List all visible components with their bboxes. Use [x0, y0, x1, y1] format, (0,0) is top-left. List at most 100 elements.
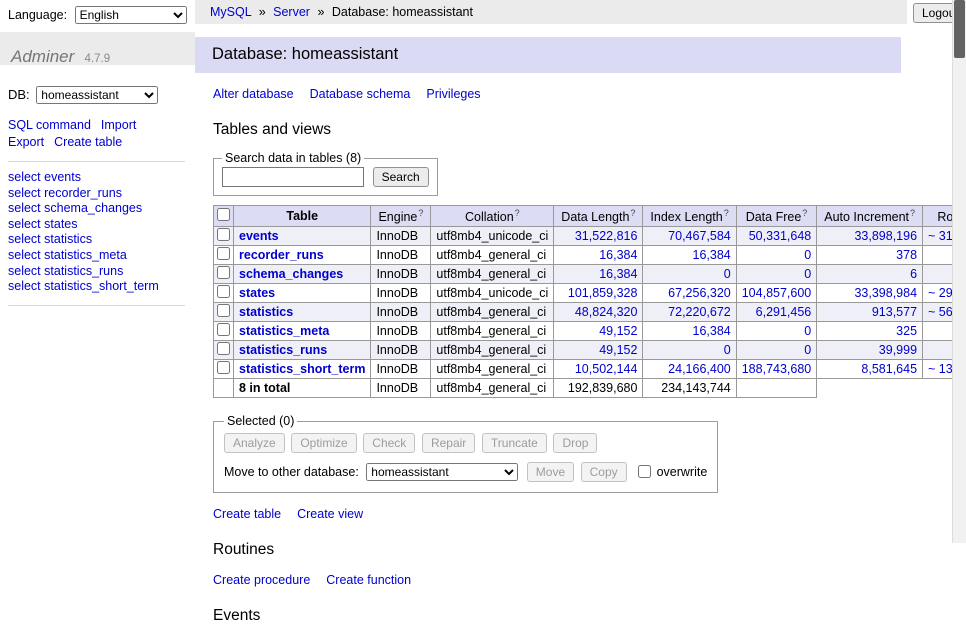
- sidebar-table-link[interactable]: statistics: [44, 232, 92, 246]
- data-length-value[interactable]: 101,859,328: [554, 284, 643, 303]
- alter-database-link[interactable]: Alter database: [213, 87, 294, 101]
- sidebar-table-link[interactable]: states: [44, 217, 77, 231]
- table-name-link[interactable]: statistics_runs: [239, 343, 327, 357]
- row-checkbox[interactable]: [217, 285, 230, 298]
- index-length-value[interactable]: 0: [643, 265, 736, 284]
- search-button[interactable]: Search: [373, 167, 429, 187]
- sidebar-table-link[interactable]: statistics_meta: [44, 248, 127, 262]
- create-table-link[interactable]: Create table: [213, 507, 281, 521]
- page-title: Database: homeassistant: [195, 37, 901, 73]
- row-check-cell: [214, 265, 234, 284]
- data-length-value[interactable]: 16,384: [554, 265, 643, 284]
- sidebar-table-item: select states: [8, 217, 185, 233]
- create-procedure-link[interactable]: Create procedure: [213, 573, 310, 587]
- table-name-link[interactable]: states: [239, 286, 275, 300]
- bulk-action-button[interactable]: Optimize: [291, 433, 356, 453]
- sidebar-table-link[interactable]: recorder_runs: [44, 186, 122, 200]
- select-all-checkbox[interactable]: [217, 208, 230, 221]
- help-icon[interactable]: ?: [910, 208, 915, 218]
- sidebar-table-link[interactable]: statistics_runs: [44, 264, 123, 278]
- column-header-engine: Engine?: [371, 206, 431, 227]
- index-length-value[interactable]: 72,220,672: [643, 303, 736, 322]
- auto-increment-value: 325: [817, 322, 923, 341]
- copy-button[interactable]: Copy: [581, 462, 627, 482]
- row-checkbox[interactable]: [217, 228, 230, 241]
- row-checkbox[interactable]: [217, 247, 230, 260]
- data-length-value[interactable]: 31,522,816: [554, 227, 643, 246]
- vertical-scrollbar[interactable]: [952, 0, 966, 543]
- data-length-value[interactable]: 10,502,144: [554, 360, 643, 379]
- create-function-link[interactable]: Create function: [326, 573, 411, 587]
- help-icon[interactable]: ?: [418, 208, 423, 218]
- export-link[interactable]: Export: [8, 135, 44, 149]
- help-icon[interactable]: ?: [802, 208, 807, 218]
- totals-data-length: 192,839,680: [554, 379, 643, 398]
- help-icon[interactable]: ?: [724, 208, 729, 218]
- sql-command-link[interactable]: SQL command: [8, 118, 91, 132]
- breadcrumb-server-link[interactable]: Server: [273, 5, 310, 19]
- row-checkbox[interactable]: [217, 361, 230, 374]
- select-link[interactable]: select: [8, 170, 41, 184]
- row-checkbox[interactable]: [217, 342, 230, 355]
- events-heading: Events: [213, 607, 952, 625]
- help-icon[interactable]: ?: [630, 208, 635, 218]
- move-button[interactable]: Move: [527, 462, 574, 482]
- database-schema-link[interactable]: Database schema: [310, 87, 411, 101]
- sidebar-table-link[interactable]: schema_changes: [44, 201, 142, 215]
- bulk-action-button[interactable]: Truncate: [482, 433, 547, 453]
- select-link[interactable]: select: [8, 217, 41, 231]
- data-free-value: 0: [736, 265, 817, 284]
- index-length-value[interactable]: 16,384: [643, 322, 736, 341]
- table-name-link[interactable]: statistics_meta: [239, 324, 329, 338]
- table-name-link[interactable]: statistics_short_term: [239, 362, 365, 376]
- breadcrumb-separator: »: [259, 5, 266, 19]
- create-table-sidebar-link[interactable]: Create table: [54, 135, 122, 149]
- import-link[interactable]: Import: [101, 118, 136, 132]
- overwrite-option[interactable]: overwrite: [638, 465, 707, 479]
- create-view-link[interactable]: Create view: [297, 507, 363, 521]
- db-select[interactable]: homeassistant: [36, 86, 158, 104]
- table-name-link[interactable]: recorder_runs: [239, 248, 324, 262]
- select-link[interactable]: select: [8, 232, 41, 246]
- index-length-value[interactable]: 16,384: [643, 246, 736, 265]
- bulk-action-button[interactable]: Check: [363, 433, 415, 453]
- data-length-value[interactable]: 49,152: [554, 341, 643, 360]
- data-length-value[interactable]: 16,384: [554, 246, 643, 265]
- language-select[interactable]: English: [75, 6, 187, 24]
- index-length-value[interactable]: 0: [643, 341, 736, 360]
- collation-cell: utf8mb4_general_ci: [431, 360, 554, 379]
- select-link[interactable]: select: [8, 186, 41, 200]
- column-header-index-length: Index Length?: [643, 206, 736, 227]
- bulk-action-button[interactable]: Drop: [553, 433, 597, 453]
- select-link[interactable]: select: [8, 264, 41, 278]
- table-name-link[interactable]: statistics: [239, 305, 293, 319]
- sidebar-table-link[interactable]: events: [44, 170, 81, 184]
- select-link[interactable]: select: [8, 279, 41, 293]
- language-label: Language:: [8, 8, 67, 22]
- table-name-link[interactable]: events: [239, 229, 279, 243]
- row-checkbox[interactable]: [217, 266, 230, 279]
- help-icon[interactable]: ?: [515, 208, 520, 218]
- scrollbar-thumb[interactable]: [954, 0, 965, 58]
- search-input[interactable]: [222, 167, 364, 187]
- data-length-value[interactable]: 49,152: [554, 322, 643, 341]
- index-length-value[interactable]: 67,256,320: [643, 284, 736, 303]
- collation-cell: utf8mb4_unicode_ci: [431, 284, 554, 303]
- sidebar-table-link[interactable]: statistics_short_term: [44, 279, 159, 293]
- bulk-action-button[interactable]: Analyze: [224, 433, 285, 453]
- index-length-value[interactable]: 70,467,584: [643, 227, 736, 246]
- data-length-value[interactable]: 48,824,320: [554, 303, 643, 322]
- select-link[interactable]: select: [8, 201, 41, 215]
- move-database-select[interactable]: homeassistant: [366, 463, 518, 481]
- index-length-value[interactable]: 24,166,400: [643, 360, 736, 379]
- select-link[interactable]: select: [8, 248, 41, 262]
- bulk-action-button[interactable]: Repair: [422, 433, 475, 453]
- table-name-cell: statistics_meta: [234, 322, 371, 341]
- table-name-cell: states: [234, 284, 371, 303]
- breadcrumb-mysql-link[interactable]: MySQL: [210, 5, 251, 19]
- overwrite-checkbox[interactable]: [638, 465, 651, 478]
- row-checkbox[interactable]: [217, 323, 230, 336]
- privileges-link[interactable]: Privileges: [426, 87, 480, 101]
- row-checkbox[interactable]: [217, 304, 230, 317]
- table-name-link[interactable]: schema_changes: [239, 267, 343, 281]
